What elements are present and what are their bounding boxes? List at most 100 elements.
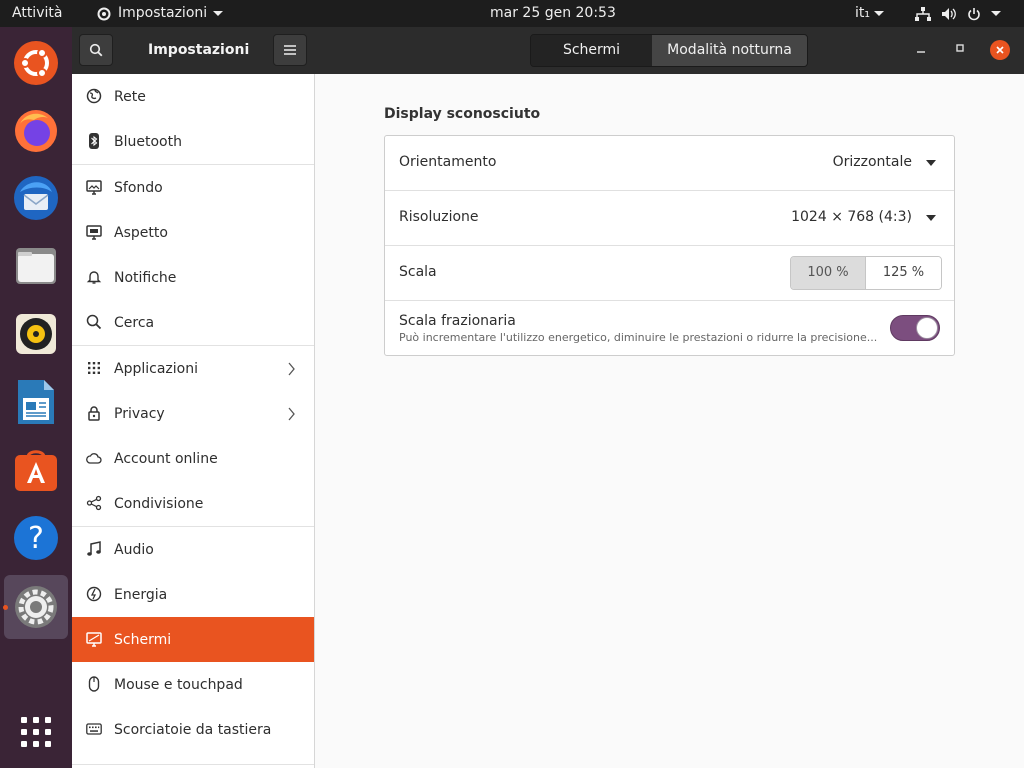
cloud-icon (86, 453, 102, 464)
chevron-down-icon (926, 160, 936, 166)
window-title: Impostazioni (148, 42, 250, 58)
dock: ? (0, 27, 72, 768)
search-icon (89, 43, 103, 57)
gear-icon (97, 7, 111, 20)
sidebar-item-label: Mouse e touchpad (114, 676, 243, 693)
language-indicator[interactable]: it₁ (855, 0, 884, 27)
scale-100-button[interactable]: 100 % (791, 257, 866, 289)
tab-schermi[interactable]: Schermi (531, 35, 652, 66)
sidebar-item-energia[interactable]: Energia (72, 572, 314, 617)
fractional-scaling-switch[interactable] (890, 315, 940, 341)
share-icon (86, 495, 102, 511)
help-icon[interactable]: ? (10, 512, 62, 564)
system-menu[interactable] (915, 0, 1001, 27)
display-settings-card: Orientamento Orizzontale Risoluzione 102… (384, 135, 955, 356)
close-icon (996, 46, 1004, 54)
sidebar-item-notifiche[interactable]: Notifiche (72, 255, 314, 300)
orientation-value[interactable]: Orizzontale (833, 154, 912, 170)
running-indicator (3, 605, 8, 610)
sidebar-item-label: Cerca (114, 314, 155, 331)
sidebar-item-label: Privacy (114, 405, 165, 422)
activities-button[interactable]: Attività (12, 0, 62, 27)
restore-icon (956, 44, 964, 52)
sidebar-item-label: Applicazioni (114, 360, 198, 377)
libreoffice-writer-icon[interactable] (10, 376, 62, 428)
power-icon (968, 7, 980, 20)
sidebar-item-label: Audio (114, 541, 154, 558)
network-wired-icon (915, 6, 931, 21)
sidebar-item-label: Sfondo (114, 179, 163, 196)
lock-icon (88, 406, 100, 421)
power-icon (86, 586, 102, 602)
resolution-row[interactable]: Risoluzione 1024 × 768 (4:3) (385, 191, 954, 246)
sidebar-item-label: Condivisione (114, 495, 204, 512)
resolution-value[interactable]: 1024 × 768 (4:3) (791, 209, 912, 225)
keyboard-icon (86, 723, 102, 735)
show-applications-icon[interactable] (10, 706, 62, 758)
firefox-icon[interactable] (10, 104, 62, 156)
scale-selector: 100 % 125 % (790, 256, 942, 290)
sidebar-item-account-online[interactable]: Account online (72, 436, 314, 481)
svg-text:?: ? (28, 521, 44, 556)
sidebar-item-label: Aspetto (114, 224, 168, 241)
orientation-label: Orientamento (399, 154, 497, 170)
chevron-right-icon (288, 407, 295, 421)
sidebar-item-bluetooth[interactable]: Bluetooth (72, 119, 314, 164)
chevron-down-icon (926, 215, 936, 221)
sidebar-item-rete[interactable]: Rete (72, 74, 314, 119)
language-label: it₁ (855, 5, 870, 21)
menu-button[interactable] (273, 34, 307, 66)
fractional-scaling-row: Scala frazionaria Può incrementare l'uti… (385, 301, 954, 356)
maximize-button[interactable] (954, 42, 966, 54)
app-menu[interactable]: Impostazioni (96, 0, 224, 27)
mouse-icon (88, 676, 100, 692)
sidebar-item-label: Bluetooth (114, 133, 182, 150)
minimize-icon (917, 51, 925, 53)
apps-grid-icon (88, 362, 100, 374)
network-icon (86, 88, 102, 104)
clock[interactable]: mar 25 gen 20:53 (490, 0, 616, 27)
sidebar-item-scorciatoie-da-tastiera[interactable]: Scorciatoie da tastiera (72, 707, 314, 752)
app-menu-label: Impostazioni (118, 5, 208, 21)
sidebar-item-schermi[interactable]: Schermi (72, 617, 314, 662)
ubuntu-logo-icon[interactable] (10, 37, 62, 89)
orientation-row[interactable]: Orientamento Orizzontale (385, 136, 954, 191)
sidebar-item-privacy[interactable]: Privacy (72, 391, 314, 436)
header-bar: Impostazioni Schermi Modalità notturna (72, 27, 1024, 74)
minimize-button[interactable] (914, 39, 928, 61)
music-note-icon (87, 541, 101, 556)
bluetooth-icon (89, 133, 99, 149)
thunderbird-icon[interactable] (10, 172, 62, 224)
tab-modalita-notturna[interactable]: Modalità notturna (652, 35, 807, 66)
sidebar-item-label: Notifiche (114, 269, 177, 286)
divider (72, 764, 314, 765)
search-button[interactable] (79, 34, 113, 66)
rhythmbox-icon[interactable] (10, 308, 62, 360)
sidebar-item-condivisione[interactable]: Condivisione (72, 481, 314, 526)
sidebar-item-cerca[interactable]: Cerca (72, 300, 314, 345)
top-bar: Attività Impostazioni mar 25 gen 20:53 i… (0, 0, 1024, 27)
files-icon[interactable] (10, 240, 62, 292)
volume-icon (942, 7, 956, 20)
sidebar-item-aspetto[interactable]: Aspetto (72, 210, 314, 255)
chevron-down-icon (213, 11, 224, 16)
sidebar-item-label: Scorciatoie da tastiera (114, 721, 272, 738)
scale-label: Scala (399, 264, 437, 280)
fractional-scaling-description: Può incrementare l'utilizzo energetico, … (399, 331, 878, 344)
scale-125-button[interactable]: 125 % (866, 257, 941, 289)
bell-icon (86, 271, 102, 284)
sidebar-item-label: Energia (114, 586, 168, 603)
close-button[interactable] (990, 40, 1010, 60)
sidebar-item-label: Schermi (114, 631, 172, 648)
sidebar-item-audio[interactable]: Audio (72, 527, 314, 572)
settings-icon[interactable] (4, 575, 68, 639)
scale-row: Scala 100 % 125 % (385, 246, 954, 301)
software-center-icon[interactable] (10, 444, 62, 496)
sidebar-item-label: Rete (114, 88, 146, 105)
sidebar-item-sfondo[interactable]: Sfondo (72, 165, 314, 210)
switch-knob (916, 317, 938, 339)
fractional-scaling-label: Scala frazionaria (399, 313, 516, 329)
sidebar-item-mouse-e-touchpad[interactable]: Mouse e touchpad (72, 662, 314, 707)
resolution-label: Risoluzione (399, 209, 479, 225)
sidebar-item-applicazioni[interactable]: Applicazioni (72, 346, 314, 391)
